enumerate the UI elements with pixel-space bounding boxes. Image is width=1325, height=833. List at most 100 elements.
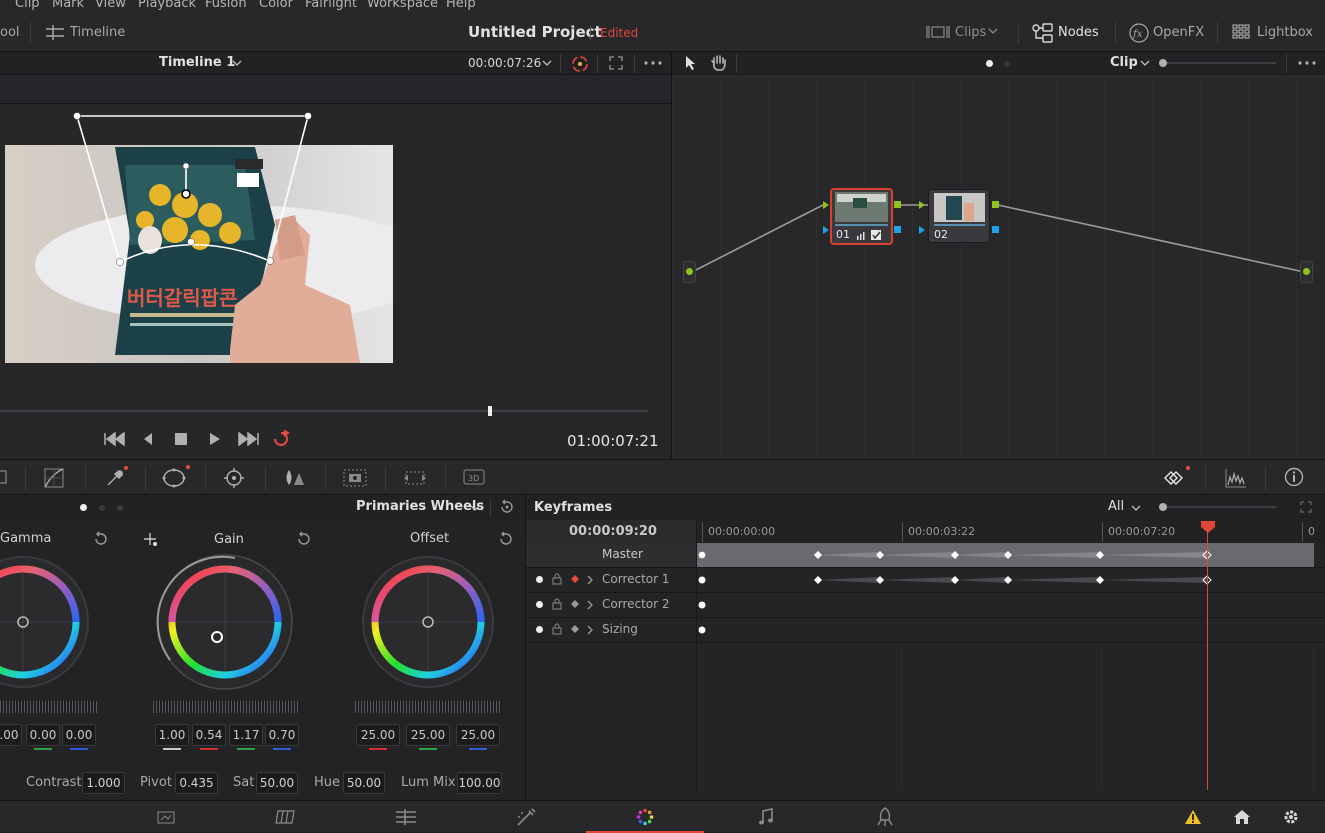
keyframe-toggle-icon[interactable]: [570, 624, 580, 634]
keyframe-toggle-icon[interactable]: [570, 599, 580, 609]
lock-icon[interactable]: [552, 623, 562, 635]
hand-icon[interactable]: [710, 54, 728, 72]
warp-overlay[interactable]: [0, 104, 671, 404]
chevron-right-icon[interactable]: [587, 575, 593, 585]
media-page-icon[interactable]: [157, 809, 175, 825]
source-input-port[interactable]: [683, 261, 696, 283]
node-output-rgb[interactable]: [894, 201, 901, 208]
timeline-name[interactable]: Timeline 1: [159, 55, 235, 70]
toolbar-partial-label[interactable]: ool: [0, 25, 20, 40]
node-input-rgb[interactable]: [918, 200, 926, 210]
keyframes-filter[interactable]: All: [1108, 499, 1124, 514]
keyframes-icon[interactable]: [1162, 466, 1190, 488]
chevron-right-icon[interactable]: [587, 625, 593, 635]
lightbox-button[interactable]: Lightbox: [1257, 25, 1313, 40]
qualifier-icon[interactable]: [105, 466, 128, 488]
reset-icon[interactable]: [498, 531, 514, 547]
menu-clip[interactable]: Clip: [15, 0, 40, 11]
gain-r-value[interactable]: 0.54: [192, 724, 226, 746]
gamma-r-value[interactable]: 0.00: [26, 724, 60, 746]
sat-field[interactable]: 50.00: [256, 772, 298, 794]
menu-view[interactable]: View: [95, 0, 126, 11]
page-dot-active[interactable]: [986, 60, 993, 67]
chevron-down-icon[interactable]: [232, 59, 242, 67]
reset-all-icon[interactable]: [499, 499, 515, 515]
color-page-tab-active[interactable]: [586, 801, 704, 833]
lock-icon[interactable]: [552, 598, 562, 610]
fullscreen-icon[interactable]: [609, 56, 623, 70]
gain-b-value[interactable]: 0.70: [265, 724, 299, 746]
fairlight-page-icon[interactable]: [758, 808, 774, 826]
key-icon[interactable]: [343, 468, 367, 488]
page-dot[interactable]: [117, 505, 123, 511]
keyframe-toggle-icon[interactable]: [570, 574, 580, 584]
node-output-alpha[interactable]: [894, 226, 901, 233]
sizing-icon[interactable]: [403, 468, 427, 488]
scopes-icon[interactable]: [1225, 468, 1247, 488]
tracker-icon[interactable]: [223, 467, 245, 489]
palette-partial-icon[interactable]: [0, 470, 8, 484]
track-enable-dot[interactable]: [536, 576, 543, 583]
more-options-icon[interactable]: [644, 61, 662, 65]
menu-playback[interactable]: Playback: [138, 0, 196, 11]
more-options-icon[interactable]: [1298, 61, 1316, 65]
keyframe-playhead-handle[interactable]: [1200, 520, 1216, 534]
track-enable-dot[interactable]: [536, 601, 543, 608]
offset-wheel[interactable]: [362, 556, 494, 688]
power-window-icon[interactable]: [162, 465, 190, 489]
clips-button[interactable]: Clips: [955, 25, 986, 40]
chevron-down-icon[interactable]: [1140, 59, 1150, 67]
keyframe-playhead[interactable]: [1207, 531, 1208, 790]
loop-icon[interactable]: [271, 430, 293, 448]
gamma-master-wheel[interactable]: [0, 701, 97, 713]
gamma-b-value[interactable]: 0.00: [62, 724, 96, 746]
curves-icon[interactable]: [44, 468, 64, 488]
gain-master-wheel[interactable]: [153, 701, 300, 713]
gain-wheel[interactable]: [156, 554, 293, 690]
page-dot-active[interactable]: [80, 504, 87, 511]
reset-icon[interactable]: [93, 531, 109, 547]
gain-y-value[interactable]: 1.00: [155, 724, 189, 746]
zoom-slider[interactable]: [1158, 57, 1278, 69]
node-output-rgb[interactable]: [992, 201, 999, 208]
blur-icon[interactable]: [283, 468, 305, 488]
node-mode-label[interactable]: Clip: [1110, 55, 1138, 70]
step-back-icon[interactable]: [142, 432, 154, 446]
fusion-page-icon[interactable]: [515, 807, 537, 827]
chevron-down-icon[interactable]: [1131, 504, 1141, 512]
go-to-end-icon[interactable]: [238, 432, 260, 446]
info-icon[interactable]: [1284, 467, 1304, 487]
go-to-start-icon[interactable]: [103, 432, 125, 446]
menu-color[interactable]: Color: [259, 0, 293, 11]
chevron-down-icon[interactable]: [470, 504, 480, 512]
offset-b-value[interactable]: 25.00: [456, 724, 500, 746]
output-port[interactable]: [1300, 261, 1313, 283]
menu-fairlight[interactable]: Fairlight: [305, 0, 357, 11]
gamma-y-value[interactable]: .00: [0, 724, 22, 746]
contrast-field[interactable]: 1.000: [82, 772, 125, 794]
settings-gear-icon[interactable]: [1282, 808, 1300, 826]
expand-icon[interactable]: [1300, 501, 1312, 513]
nodes-button[interactable]: Nodes: [1058, 25, 1099, 40]
scrubber-track[interactable]: [0, 410, 648, 412]
home-icon[interactable]: [1233, 809, 1251, 825]
track-enable-dot[interactable]: [536, 626, 543, 633]
gamma-wheel[interactable]: [0, 556, 89, 688]
lock-icon[interactable]: [552, 573, 562, 585]
stop-icon[interactable]: [175, 433, 187, 445]
scrubber-playhead[interactable]: [488, 406, 492, 416]
warning-icon[interactable]: [1184, 809, 1202, 825]
3d-icon[interactable]: 3D: [463, 469, 485, 485]
menu-fusion[interactable]: Fusion: [205, 0, 247, 11]
page-dot[interactable]: [99, 505, 105, 511]
node-input-alpha[interactable]: [918, 225, 926, 235]
offset-r-value[interactable]: 25.00: [356, 724, 400, 746]
pointer-icon[interactable]: [684, 55, 698, 71]
chevron-down-icon[interactable]: [542, 59, 552, 67]
timeline-label[interactable]: Timeline: [70, 25, 125, 40]
chevron-down-icon[interactable]: [988, 27, 998, 35]
timeline-button[interactable]: [44, 24, 66, 42]
chevron-right-icon[interactable]: [587, 600, 593, 610]
wheels-mode-label[interactable]: Primaries Wheels: [356, 499, 484, 514]
hue-field[interactable]: 50.00: [343, 772, 385, 794]
